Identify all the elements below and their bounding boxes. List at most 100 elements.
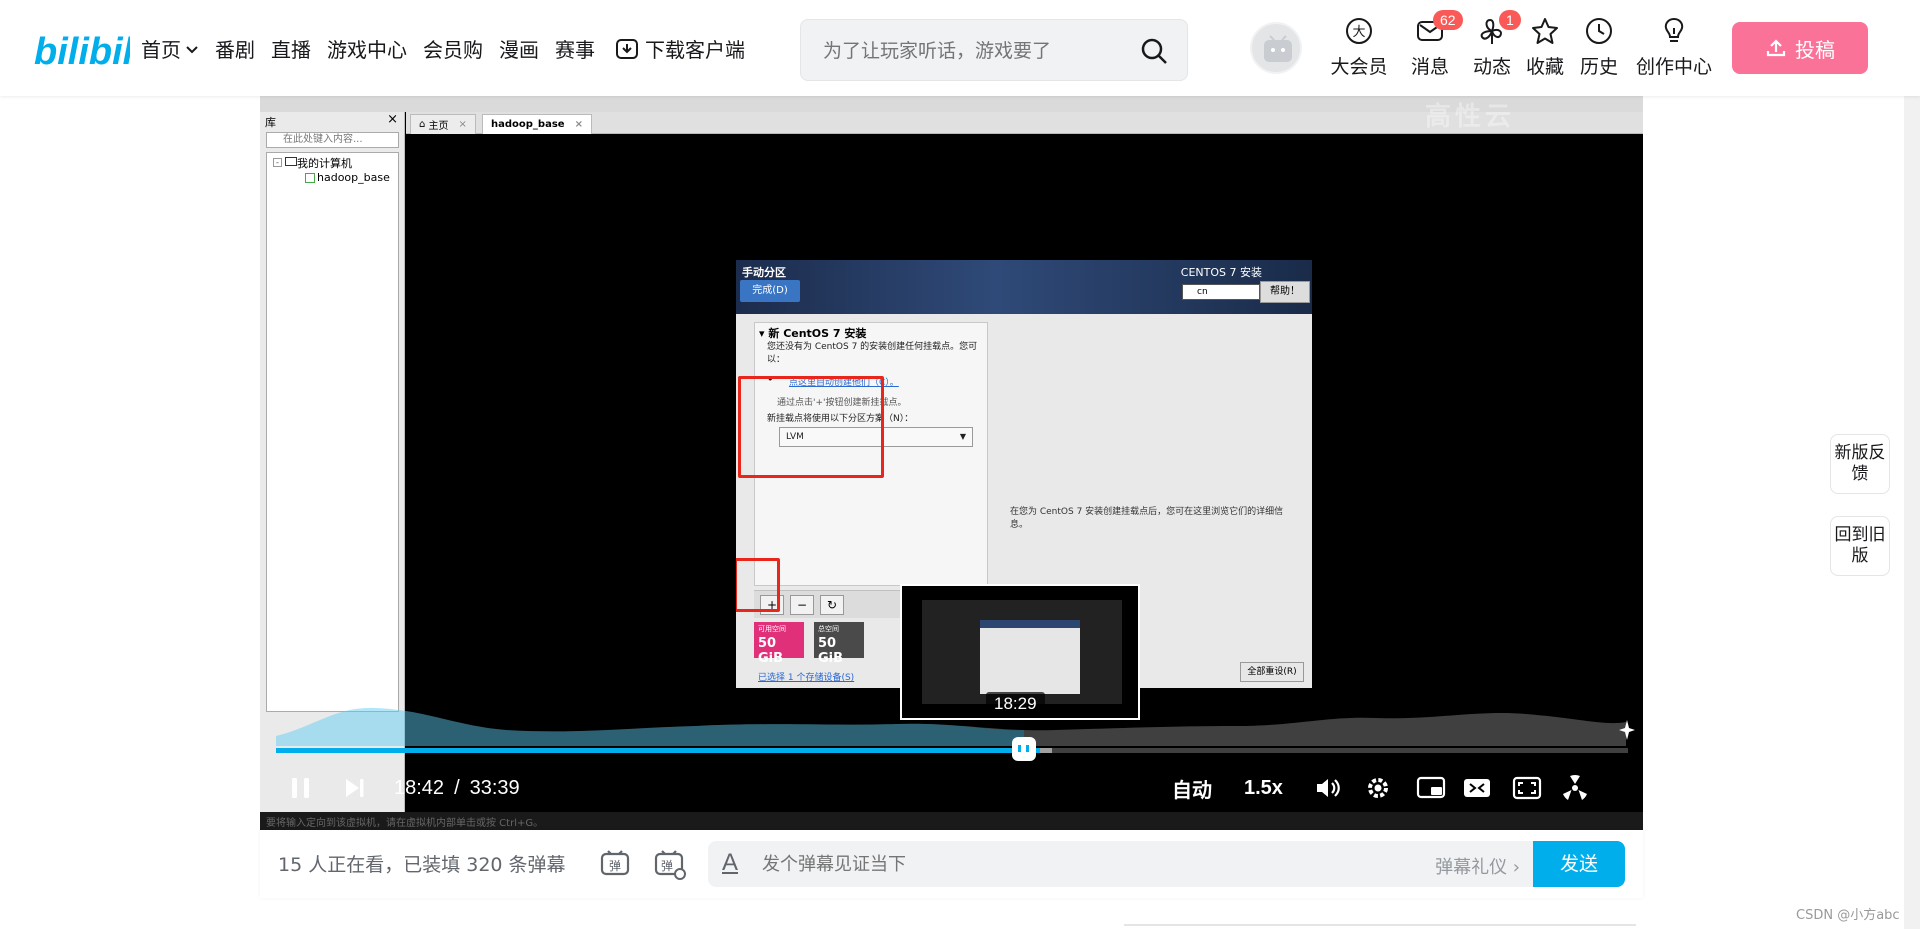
svg-text:bilibili: bilibili xyxy=(34,31,130,72)
send-danmaku-button[interactable]: 发送 xyxy=(1533,841,1625,887)
star-icon xyxy=(1532,18,1558,44)
pip-icon xyxy=(1416,776,1446,799)
vm-icon xyxy=(305,173,315,183)
danmaku-input-wrap: A 弹幕礼仪 › xyxy=(708,841,1534,887)
viewer-count: 15 人正在看，已装填 320 条弹幕 xyxy=(278,854,566,876)
web-fullscreen-button[interactable] xyxy=(1512,770,1542,806)
keyboard-layout: cn xyxy=(1182,284,1260,300)
nav-game-center[interactable]: 游戏中心 xyxy=(327,34,407,63)
total-space: 总空间 50 GiB xyxy=(814,622,864,666)
fullscreen-icon xyxy=(1563,775,1587,800)
vm-library-search: 在此处键入内容... xyxy=(266,132,399,148)
quality-button[interactable]: 自动 xyxy=(1172,770,1212,806)
scrollbar[interactable] xyxy=(1904,0,1920,929)
installer-help-button: 帮助！ xyxy=(1260,281,1310,303)
video-player[interactable]: 库 × 在此处键入内容... - 我的计算机 hadoop_base ⌂ 主页 ×… xyxy=(260,96,1643,830)
nav-home[interactable]: 首页 xyxy=(141,34,199,63)
vm-tree-root: 我的计算机 xyxy=(297,157,352,170)
next-button[interactable] xyxy=(342,770,368,806)
details-hint: 在您为 CentOS 7 安装创建挂载点后，您可在这里浏览它们的详细信息。 xyxy=(1010,507,1284,530)
vm-tree: - 我的计算机 hadoop_base xyxy=(266,152,399,712)
collapse-icon: - xyxy=(273,158,282,167)
nav-download-client[interactable]: 下载客户端 xyxy=(611,34,745,63)
settings-button[interactable] xyxy=(1364,770,1392,806)
video-watermark: 高性云 xyxy=(1425,102,1516,132)
nav-live[interactable]: 直播 xyxy=(271,34,311,63)
svg-text:弹: 弹 xyxy=(661,859,673,873)
bilibili-logo[interactable]: bilibili xyxy=(34,26,130,72)
vm-status-bar: 要将输入定向到该虚拟机，请在虚拟机内部单击或按 Ctrl+G。 xyxy=(260,812,1643,830)
play-pause-button[interactable] xyxy=(288,770,314,806)
vip-entry[interactable]: 大 大会员 xyxy=(1324,16,1394,79)
svg-text:大: 大 xyxy=(1352,25,1365,40)
selected-devices-link: 已选择 1 个存储设备(S) xyxy=(758,673,855,683)
nav-esports[interactable]: 赛事 xyxy=(555,34,595,63)
clock-icon xyxy=(1586,18,1612,44)
avatar[interactable] xyxy=(1250,22,1302,74)
installer-title: 手动分区 xyxy=(742,266,786,279)
installer-header: 手动分区 完成(D) CENTOS 7 安装 cn 帮助！ xyxy=(736,260,1312,314)
vm-tab-hadoop: hadoop_base × xyxy=(482,114,592,134)
creator-center-entry[interactable]: 创作中心 xyxy=(1620,16,1728,79)
csdn-watermark: CSDN @小方abc xyxy=(1796,908,1900,923)
vm-tree-item: hadoop_base xyxy=(317,171,390,184)
close-icon: × xyxy=(387,112,398,127)
progress-heatmap xyxy=(276,707,1626,746)
chevron-down-icon xyxy=(186,45,198,53)
computer-icon xyxy=(285,157,297,166)
volume-icon xyxy=(1317,779,1340,797)
vip-icon: 大 xyxy=(1346,18,1372,44)
danmaku-input[interactable] xyxy=(762,852,1322,876)
new-version-feedback-button[interactable]: 新版反馈 xyxy=(1830,434,1890,494)
annotation-red-box xyxy=(736,558,780,612)
widescreen-button[interactable] xyxy=(1462,770,1492,806)
tv-mascot-icon xyxy=(1264,35,1292,62)
upload-button[interactable]: 投稿 xyxy=(1732,22,1868,74)
sparkle-icon xyxy=(1619,720,1635,740)
available-space: 可用空间 50 GiB xyxy=(754,622,804,666)
refresh-icon: ↻ xyxy=(820,595,844,615)
web-fullscreen-icon xyxy=(1512,776,1542,800)
download-icon xyxy=(616,38,638,59)
progress-bar[interactable] xyxy=(276,748,1628,753)
danmaku-style-icon[interactable]: A xyxy=(722,849,738,877)
search-box xyxy=(800,19,1188,81)
annotation-red-box xyxy=(738,376,884,478)
pause-icon xyxy=(292,778,309,798)
lightbulb-icon xyxy=(1664,17,1684,42)
installer-product: CENTOS 7 安装 xyxy=(1180,266,1262,279)
picture-in-picture-button[interactable] xyxy=(1416,770,1446,806)
speed-button[interactable]: 1.5x xyxy=(1244,770,1283,806)
volume-button[interactable] xyxy=(1314,770,1342,806)
progress-played xyxy=(276,748,1040,753)
search-icon[interactable] xyxy=(1139,36,1169,66)
top-header: bilibili 首页 番剧 直播 游戏中心 会员购 漫画 赛事 下载客户端 大… xyxy=(0,0,1920,96)
danmaku-settings-icon[interactable]: 弹 xyxy=(652,846,688,882)
search-input[interactable] xyxy=(823,38,1123,64)
vm-library-title: 库 xyxy=(265,116,276,129)
danmaku-toggle-icon[interactable]: 弹 xyxy=(598,846,634,882)
main-nav: 首页 番剧 直播 游戏中心 会员购 漫画 赛事 下载客户端 xyxy=(141,34,761,63)
progress-handle[interactable] xyxy=(1012,737,1036,761)
message-entry[interactable]: 62 消息 xyxy=(1395,10,1465,79)
nav-anime[interactable]: 番剧 xyxy=(215,34,255,63)
danmaku-etiquette-link[interactable]: 弹幕礼仪 › xyxy=(1435,853,1520,879)
reset-all-button: 全部重设(R) xyxy=(1240,662,1304,682)
vm-tab-home: ⌂ 主页 × xyxy=(410,114,476,134)
skip-next-icon xyxy=(346,779,364,797)
gear-icon xyxy=(1368,778,1388,798)
section-divider xyxy=(1124,924,1636,926)
widescreen-icon xyxy=(1464,779,1490,797)
nav-manga[interactable]: 漫画 xyxy=(499,34,539,63)
svg-text:弹: 弹 xyxy=(609,859,621,873)
time-display: 18:42 / 33:39 xyxy=(394,776,520,799)
remove-mount-button: − xyxy=(790,595,814,615)
danmaku-bar: 15 人正在看，已装填 320 条弹幕 弹 弹 A 弹幕礼仪 › 发送 xyxy=(260,830,1643,898)
installer-done-button: 完成(D) xyxy=(740,280,800,302)
section-desc: 您还没有为 CentOS 7 的安装创建任何挂载点。您可以： xyxy=(767,342,978,365)
back-to-old-version-button[interactable]: 回到旧版 xyxy=(1830,516,1890,576)
section-heading: ▾ 新 CentOS 7 安装 xyxy=(759,327,867,340)
fullscreen-button[interactable] xyxy=(1560,770,1590,806)
nav-mall[interactable]: 会员购 xyxy=(423,34,483,63)
upload-icon xyxy=(1766,39,1786,57)
